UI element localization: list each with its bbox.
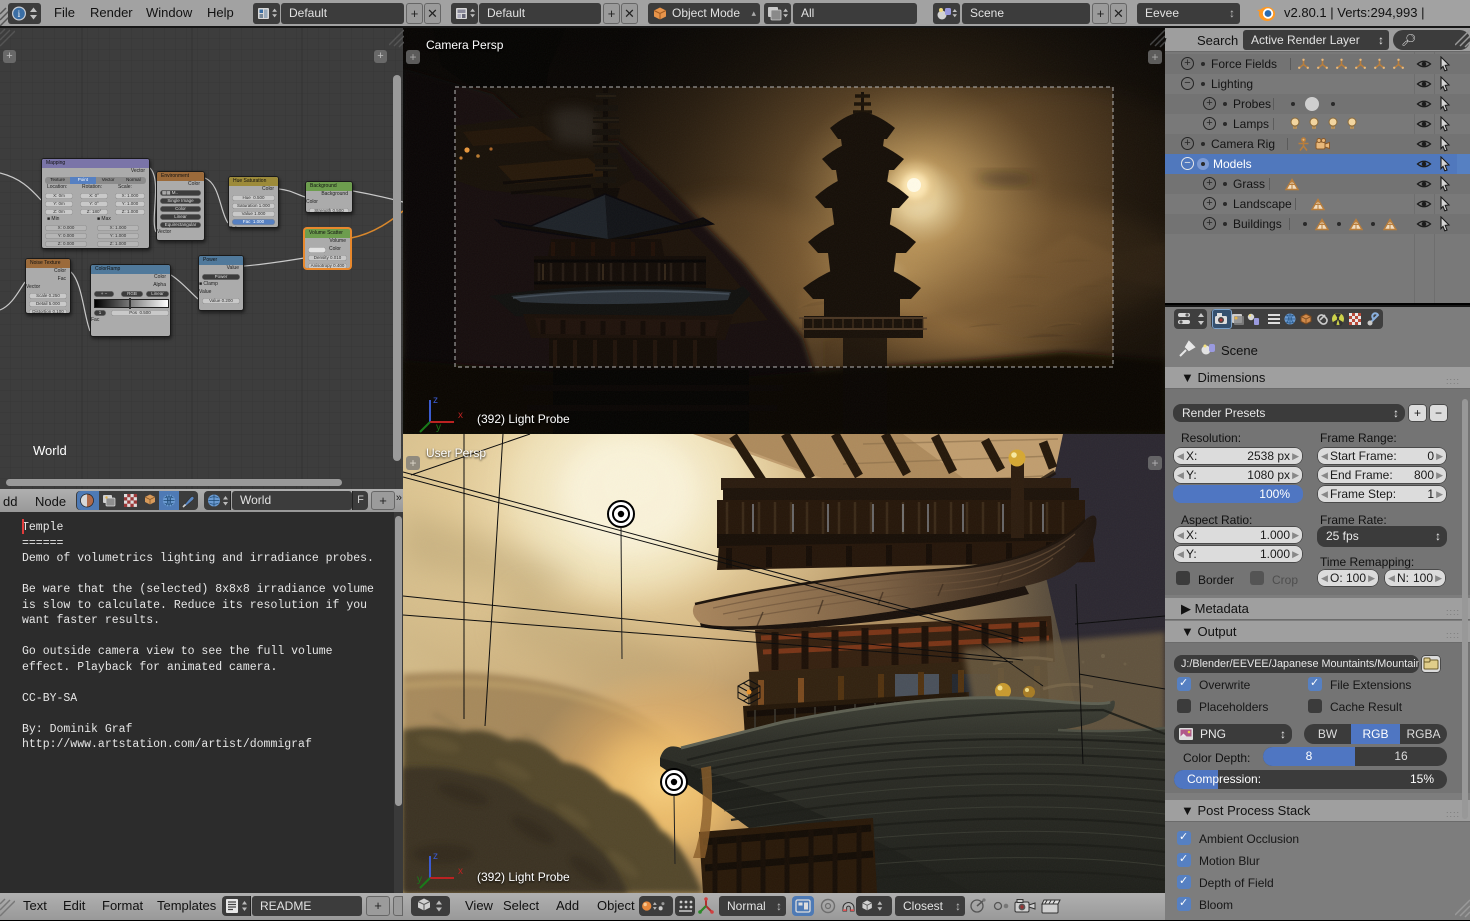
svg-text:x: x bbox=[458, 866, 463, 877]
svg-text:i: i bbox=[18, 10, 21, 20]
svg-text:y: y bbox=[436, 422, 441, 433]
svg-text:x: x bbox=[458, 410, 463, 421]
svg-text:z: z bbox=[433, 395, 438, 406]
svg-text:y: y bbox=[417, 874, 422, 885]
svg-text:z: z bbox=[433, 851, 438, 862]
